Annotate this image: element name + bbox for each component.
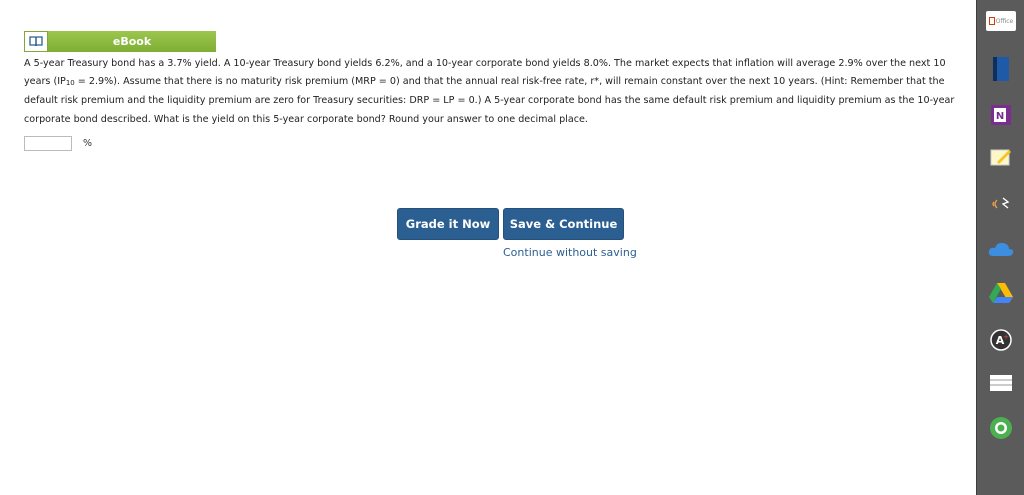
answer-row: % [24, 136, 92, 151]
continue-without-saving-link[interactable]: Continue without saving [503, 246, 638, 259]
answer-input[interactable] [24, 136, 72, 151]
app-launcher-sidebar: Office N A + [976, 0, 1024, 495]
cortana-icon[interactable] [987, 414, 1015, 442]
save-continue-button[interactable]: Save & Continue [503, 208, 624, 240]
google-drive-icon[interactable] [987, 279, 1015, 307]
svg-text:+: + [1003, 333, 1009, 341]
ebook-bar[interactable]: eBook [24, 31, 216, 52]
book-app-icon[interactable] [987, 55, 1015, 83]
svg-text:N: N [996, 111, 1004, 122]
question-part2: = 2.9%). Assume that there is no maturit… [24, 76, 955, 125]
office-label: Office [995, 17, 1014, 25]
ebook-label[interactable]: eBook [48, 31, 216, 52]
book-icon[interactable] [24, 31, 48, 52]
onedrive-cloud-icon[interactable] [987, 235, 1015, 263]
question-text: A 5-year Treasury bond has a 3.7% yield.… [24, 55, 964, 129]
onenote-icon[interactable]: N [987, 101, 1015, 129]
percent-unit: % [83, 138, 93, 149]
document-list-icon[interactable] [987, 369, 1015, 397]
assignment-main: eBook A 5-year Treasury bond has a 3.7% … [0, 0, 976, 495]
grade-it-now-button[interactable]: Grade it Now [397, 208, 499, 240]
question-subscript: 10 [65, 79, 75, 88]
notepad-icon[interactable] [987, 143, 1015, 171]
read-aloud-icon[interactable] [987, 190, 1015, 218]
office-icon[interactable]: Office [986, 11, 1016, 31]
grade-plus-icon[interactable]: A + [987, 326, 1015, 354]
